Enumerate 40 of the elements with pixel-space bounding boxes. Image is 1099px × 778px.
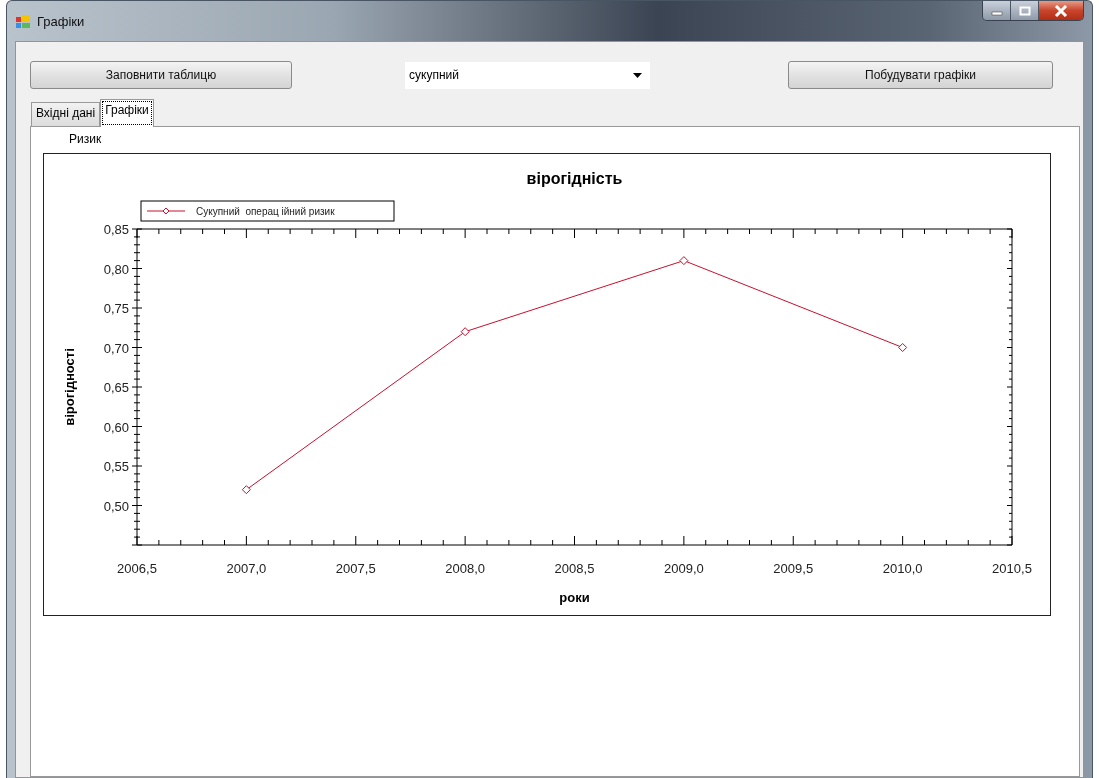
x-tick-label: 2008,0 [445, 561, 485, 576]
window-title: Графіки [37, 13, 85, 29]
legend-marker-icon [146, 207, 186, 215]
y-tick-label: 0,85 [103, 222, 129, 237]
close-button[interactable] [1039, 1, 1083, 20]
x-tick-label: 2007,0 [226, 561, 267, 576]
fill-table-button[interactable]: Заповнити таблицю [30, 61, 292, 89]
maximize-button[interactable] [1011, 1, 1039, 20]
tab[interactable]: Графіки [100, 99, 154, 127]
tab[interactable]: Вхідні дані [31, 102, 101, 126]
y-tick-label: 0,70 [103, 340, 129, 356]
minimize-button[interactable] [983, 1, 1011, 20]
build-charts-button[interactable]: Побудувати графіки [788, 61, 1053, 89]
close-icon [1054, 4, 1068, 17]
x-tick-label: 2007,5 [335, 561, 376, 576]
x-tick-label: 2008,5 [554, 561, 595, 576]
y-tick-label: 0,50 [103, 498, 129, 514]
y-axis-title: вірогідності [62, 348, 77, 426]
x-tick-label: 2006,5 [117, 561, 157, 576]
x-axis-title: роки [559, 590, 590, 605]
y-tick-label: 0,55 [103, 459, 129, 474]
legend-label: Сукупний операц ійний ризик [196, 206, 335, 217]
x-tick-label: 2009,0 [664, 561, 704, 576]
caret-icon [633, 72, 642, 78]
y-tick-label: 0,75 [103, 301, 129, 316]
data-point [898, 343, 908, 352]
chart-title: вірогідність [526, 170, 623, 187]
data-point [460, 327, 470, 337]
y-tick-label: 0,60 [103, 419, 129, 435]
maximize-icon [1018, 5, 1031, 16]
group-label: Ризик [69, 132, 102, 148]
x-tick-label: 2010,5 [992, 561, 1032, 576]
x-tick-label: 2010,0 [882, 561, 923, 576]
data-point [679, 256, 689, 266]
x-tick-label: 2009,5 [773, 561, 814, 576]
mode-dropdown[interactable]: сукупний [405, 61, 650, 89]
data-point [241, 485, 251, 495]
y-tick-label: 0,80 [103, 261, 129, 277]
app-icon [15, 13, 31, 29]
y-tick-label: 0,65 [103, 380, 129, 395]
